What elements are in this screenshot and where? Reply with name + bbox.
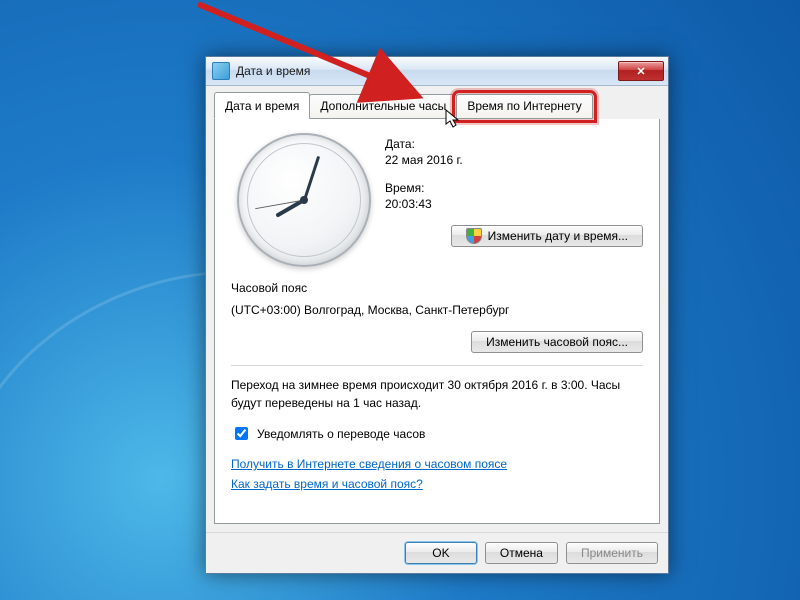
clock-pin [300,196,308,204]
window-title: Дата и время [236,64,618,78]
date-label: Дата: [385,137,643,151]
dst-info-text: Переход на зимнее время происходит 30 ок… [231,376,643,412]
tab-additional-clocks[interactable]: Дополнительные часы [309,94,457,119]
dst-notify-checkbox[interactable] [235,427,248,440]
date-value: 22 мая 2016 г. [385,153,643,167]
uac-shield-icon [466,228,482,244]
time-label: Время: [385,181,643,195]
link-tz-info[interactable]: Получить в Интернете сведения о часовом … [231,457,643,471]
change-datetime-button[interactable]: Изменить дату и время... [451,225,643,247]
titlebar[interactable]: Дата и время ✕ [206,57,668,86]
cancel-button[interactable]: Отмена [485,542,558,564]
dst-notify-row[interactable]: Уведомлять о переводе часов [231,424,643,443]
timezone-section-label: Часовой пояс [231,281,643,295]
dialog-footer: OK Отмена Применить [206,532,668,573]
tab-content: Дата: 22 мая 2016 г. Время: 20:03:43 Изм… [214,119,660,524]
change-timezone-label: Изменить часовой пояс... [486,335,628,349]
link-howto[interactable]: Как задать время и часовой пояс? [231,477,643,491]
app-icon [212,62,230,80]
apply-button[interactable]: Применить [566,542,658,564]
tab-date-time[interactable]: Дата и время [214,92,310,119]
timezone-value: (UTC+03:00) Волгоград, Москва, Санкт-Пет… [231,303,643,317]
tab-internet-time[interactable]: Время по Интернету [456,94,592,119]
close-button[interactable]: ✕ [618,61,664,81]
dst-notify-label: Уведомлять о переводе часов [257,427,425,441]
time-value: 20:03:43 [385,197,643,211]
tab-strip: Дата и время Дополнительные часы Время п… [206,86,668,119]
ok-button[interactable]: OK [405,542,477,564]
minute-hand [303,156,320,201]
date-time-dialog: Дата и время ✕ Дата и время Дополнительн… [205,56,669,574]
change-datetime-label: Изменить дату и время... [488,229,628,243]
change-timezone-button[interactable]: Изменить часовой пояс... [471,331,643,353]
analog-clock [237,133,367,263]
divider [231,365,643,366]
